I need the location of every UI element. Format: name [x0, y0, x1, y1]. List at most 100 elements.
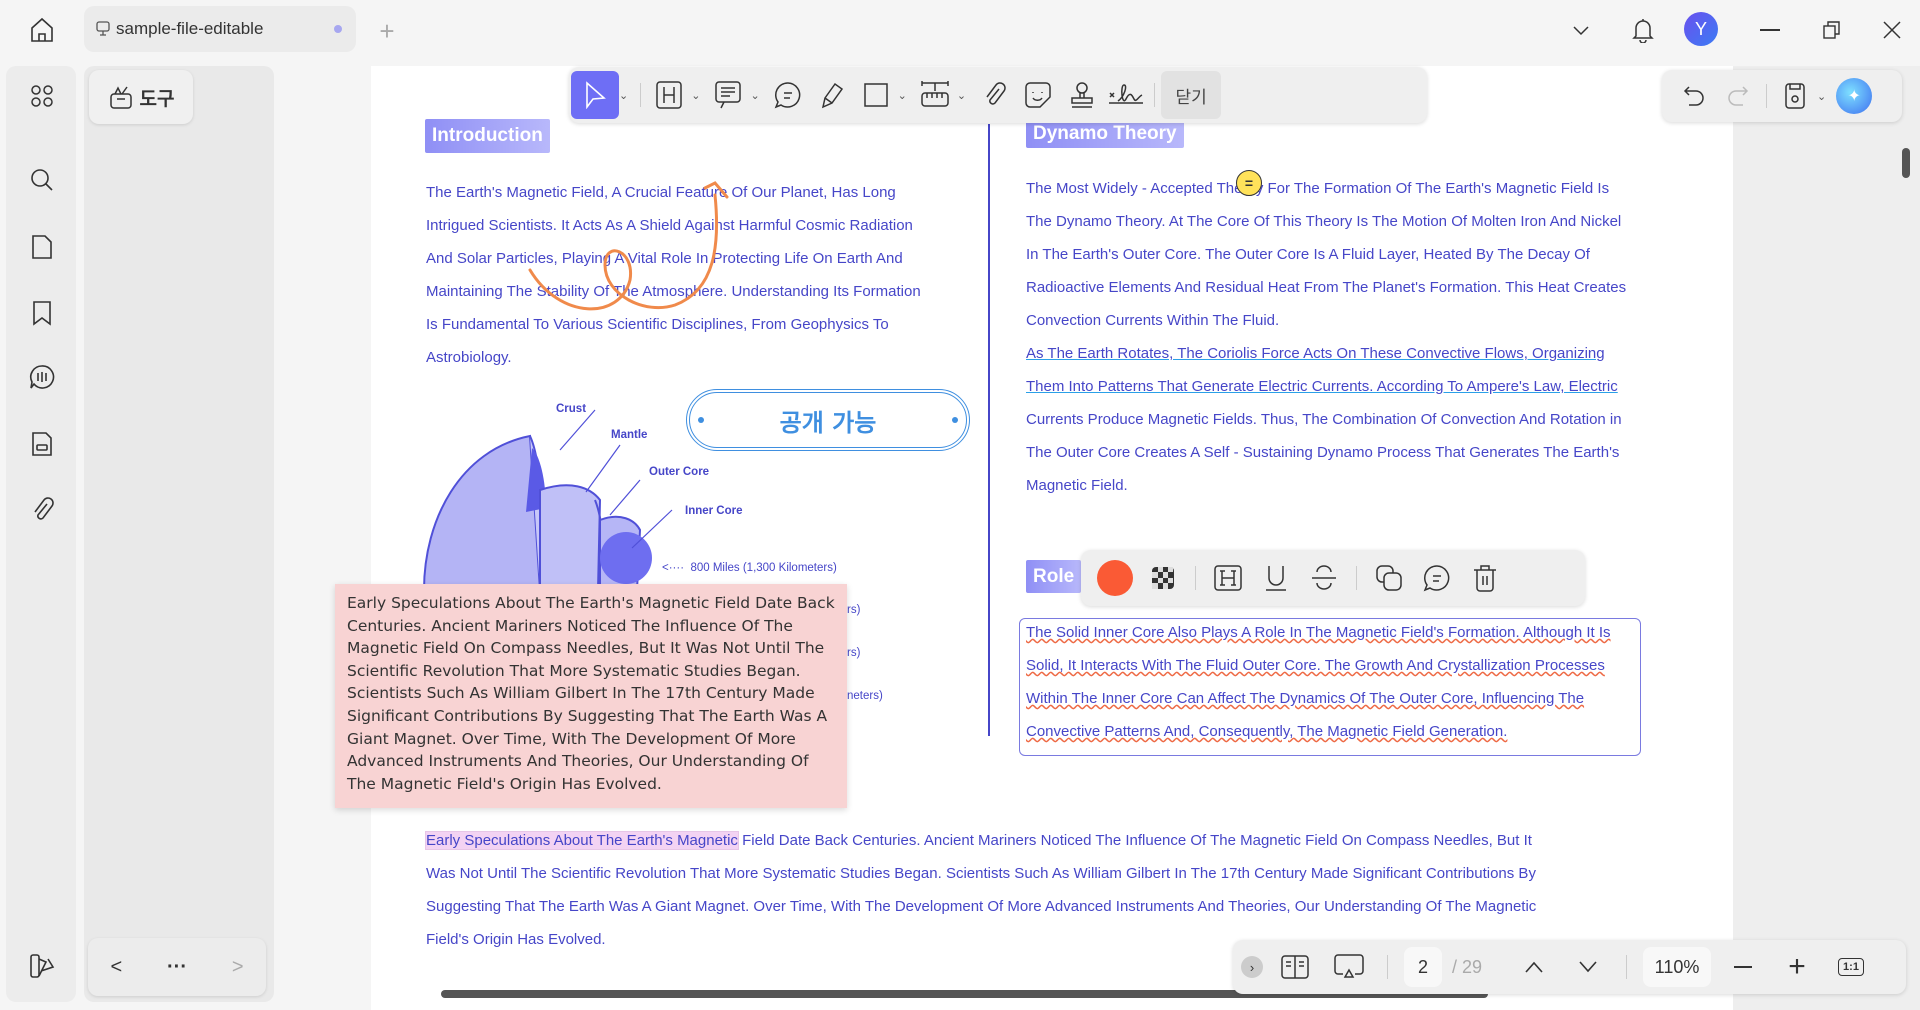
strikethrough-icon[interactable] [1302, 556, 1346, 600]
actual-size-label: 1:1 [1838, 958, 1864, 976]
stamp-dot [952, 417, 958, 423]
separator [1356, 566, 1357, 590]
home-icon[interactable] [24, 12, 60, 48]
chevron-down-icon[interactable]: ⌄ [619, 89, 628, 102]
chevron-down-icon[interactable]: ⌄ [898, 89, 907, 102]
pencil-icon[interactable] [810, 73, 854, 117]
current-page-input[interactable]: 2 [1404, 947, 1442, 987]
restore-icon[interactable] [1820, 18, 1844, 42]
page-thumbnail-nav: < ··· > [88, 938, 266, 996]
stamp-annotation[interactable]: 공개 가능 [686, 389, 970, 451]
next-page-icon[interactable] [1566, 945, 1610, 989]
tab-title: sample-file-editable [116, 19, 264, 38]
distance-text: 800 Miles (1,300 Kilometers) [690, 562, 837, 574]
role-paragraph: The Solid Inner Core Also Plays A Role I… [1026, 616, 1611, 748]
sticker-icon[interactable] [1016, 73, 1060, 117]
text-comment-icon[interactable] [706, 73, 750, 117]
markup-toolbar [1081, 550, 1585, 606]
measure-icon[interactable] [913, 73, 957, 117]
vertical-scrollbar[interactable] [1902, 148, 1910, 178]
bell-icon[interactable] [1628, 14, 1658, 46]
comment-icon[interactable] [1415, 556, 1459, 600]
chevron-down-icon[interactable]: ⌄ [1817, 90, 1826, 103]
comment-marker-icon[interactable]: = [1236, 170, 1262, 196]
attachment-icon[interactable] [972, 73, 1016, 117]
opacity-icon[interactable] [1141, 556, 1185, 600]
rectangle-icon[interactable] [854, 73, 898, 117]
separator [1195, 566, 1196, 590]
bookmark-icon[interactable] [24, 297, 60, 329]
role-heading: Role [1026, 560, 1082, 593]
document-tab[interactable]: sample-file-editable [84, 6, 356, 52]
next-page-button[interactable]: > [232, 956, 244, 979]
new-tab-plus-icon[interactable]: + [374, 16, 400, 46]
diagram-label-inner-core: Inner Core [685, 505, 743, 517]
separator [640, 83, 642, 107]
stamp-icon[interactable] [1060, 73, 1104, 117]
tools-button[interactable]: 도구 [89, 70, 193, 124]
theme-icon[interactable] [24, 950, 60, 982]
attachment-icon[interactable] [24, 494, 60, 526]
text-line: Magnetic Field. [1026, 477, 1128, 494]
text-line: Astrobiology. [426, 349, 512, 366]
close-icon[interactable] [1880, 18, 1904, 42]
underline-icon[interactable] [1254, 556, 1298, 600]
ai-assistant-icon[interactable]: ✦ [1832, 74, 1876, 118]
minimize-icon[interactable] [1760, 29, 1780, 31]
zoom-out-icon[interactable] [1721, 945, 1765, 989]
squiggly-text-line: Solid, It Interacts With The Fluid Outer… [1026, 657, 1605, 674]
signature-icon[interactable] [1104, 73, 1148, 117]
undo-icon[interactable] [1672, 74, 1716, 118]
more-button[interactable]: ··· [167, 956, 187, 979]
avatar[interactable]: Y [1684, 12, 1718, 46]
underlined-text-line[interactable]: As The Earth Rotates, The Coriolis Force… [1026, 337, 1626, 370]
separator [1387, 955, 1388, 979]
highlight-icon[interactable] [647, 73, 691, 117]
total-pages: / 29 [1452, 956, 1483, 977]
chevron-down-icon[interactable] [1568, 18, 1594, 44]
unsaved-dot [334, 25, 342, 33]
highlighted-text[interactable]: Early Speculations About The Earth's Mag… [426, 832, 738, 849]
text-line: Was Not Until The Scientific Revolution … [426, 865, 1536, 882]
redo-icon[interactable] [1716, 74, 1760, 118]
text-line: Radioactive Elements And Residual Heat F… [1026, 279, 1627, 296]
text-line: Currents Produce Magnetic Fields. Thus, … [1026, 411, 1622, 428]
zoom-level-input[interactable]: 110% [1643, 947, 1711, 987]
delete-icon[interactable] [1463, 556, 1507, 600]
chevron-down-icon[interactable]: ⌄ [750, 89, 759, 102]
sticky-note-popup[interactable]: Early Speculations About The Earth's Mag… [335, 584, 847, 808]
presentation-mode-icon[interactable] [1327, 945, 1371, 989]
search-icon[interactable] [24, 164, 60, 196]
zoom-in-icon[interactable]: + [1775, 945, 1819, 989]
previous-page-icon[interactable] [1512, 945, 1556, 989]
squiggly-text-line: Convective Patterns And, Consequently, T… [1026, 723, 1508, 740]
highlight-icon[interactable] [1206, 556, 1250, 600]
close-tools-button[interactable]: 닫기 [1161, 71, 1222, 119]
page-icon[interactable] [24, 231, 60, 263]
chevron-down-icon[interactable]: ⌄ [957, 89, 966, 102]
chevron-down-icon[interactable]: ⌄ [691, 89, 700, 102]
prev-page-button[interactable]: < [110, 956, 122, 979]
squiggly-text-line: Within The Inner Core Can Affect The Dyn… [1026, 690, 1585, 707]
save-icon[interactable] [1773, 74, 1817, 118]
separator [1766, 84, 1767, 108]
select-cursor-icon[interactable] [571, 71, 619, 119]
copy-icon[interactable] [1367, 556, 1411, 600]
history-toolbar: ⌄ ✦ [1662, 70, 1902, 122]
text-line: Early Speculations About The Earth's Mag… [426, 824, 1536, 857]
underlined-text-line[interactable]: Them Into Patterns That Generate Electri… [1026, 370, 1626, 403]
two-page-view-icon[interactable] [1273, 945, 1317, 989]
form-icon[interactable] [24, 428, 60, 460]
ai-chat-icon[interactable] [24, 361, 60, 393]
comment-icon[interactable] [766, 73, 810, 117]
text-line: In The Earth's Outer Core. The Outer Cor… [1026, 246, 1590, 263]
apps-grid-icon[interactable] [24, 80, 60, 112]
expand-panel-button[interactable]: › [1241, 956, 1263, 978]
color-swatch[interactable] [1093, 556, 1137, 600]
freehand-scribble-annotation[interactable] [520, 180, 760, 330]
diagram-label-outer-core: Outer Core [649, 466, 710, 478]
stamp-text: 공개 가능 [779, 408, 877, 437]
actual-size-button[interactable]: 1:1 [1829, 945, 1873, 989]
dynamo-heading: Dynamo Theory [1026, 119, 1184, 148]
text-line: The Dynamo Theory. At The Core Of This T… [1026, 213, 1622, 230]
